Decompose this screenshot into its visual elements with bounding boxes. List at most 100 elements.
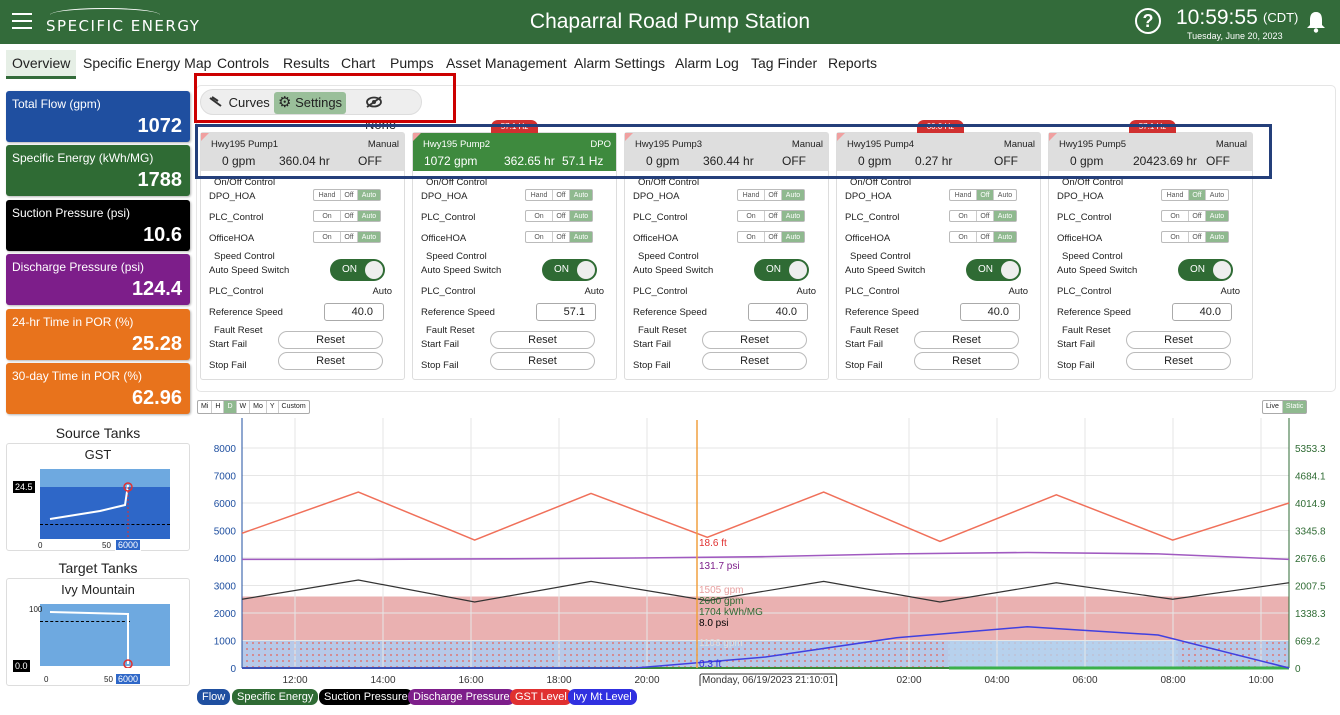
auto-speed-switch[interactable]: ON — [330, 259, 385, 281]
hoa-option[interactable]: Hand — [314, 190, 341, 200]
hoa-option[interactable]: Off — [553, 190, 570, 200]
hoa-selector[interactable]: On Off Auto — [525, 210, 593, 222]
hoa-option[interactable]: Off — [341, 211, 358, 221]
legend-discharge-pressure[interactable]: Discharge Pressure — [408, 689, 515, 705]
reference-speed-input[interactable]: 40.0 — [960, 303, 1020, 321]
hoa-selector[interactable]: Hand Off Auto — [313, 189, 381, 201]
reference-speed-input[interactable]: 40.0 — [324, 303, 384, 321]
nav-tab-reports[interactable]: Reports — [828, 55, 877, 71]
start-fail-reset-button[interactable]: Reset — [914, 331, 1019, 349]
hoa-option[interactable]: Off — [553, 232, 570, 242]
hoa-option[interactable]: Hand — [1162, 190, 1189, 200]
bell-icon[interactable] — [1306, 11, 1326, 33]
trend-chart[interactable]: 0 0 1000 669.2 2000 1338.3 3000 2007.5 4000 2676.… — [196, 418, 1336, 686]
hoa-option[interactable]: On — [526, 232, 553, 242]
nav-tab-overview[interactable]: Overview — [6, 50, 77, 79]
mode-live[interactable]: Live — [1263, 401, 1283, 413]
legend-suction-pressure[interactable]: Suction Pressure — [319, 689, 413, 705]
mode-static[interactable]: Static — [1282, 401, 1307, 413]
reference-speed-input[interactable]: 57.1 — [536, 303, 596, 321]
hoa-option[interactable]: Auto — [994, 190, 1016, 200]
hoa-option[interactable]: On — [950, 232, 977, 242]
nav-tab-results[interactable]: Results — [283, 55, 330, 71]
stop-fail-reset-button[interactable]: Reset — [702, 352, 807, 370]
hoa-option[interactable]: Off — [977, 211, 994, 221]
hoa-option[interactable]: Auto — [1206, 190, 1228, 200]
hoa-selector[interactable]: On Off Auto — [737, 210, 805, 222]
hoa-option[interactable]: On — [950, 211, 977, 221]
nav-tab-alarm-settings[interactable]: Alarm Settings — [574, 55, 665, 71]
hoa-selector[interactable]: Hand Off Auto — [949, 189, 1017, 201]
hoa-option[interactable]: On — [1162, 232, 1189, 242]
hoa-option[interactable]: Hand — [950, 190, 977, 200]
hoa-option[interactable]: Auto — [1206, 211, 1228, 221]
nav-tab-chart[interactable]: Chart — [341, 55, 375, 71]
nav-tab-alarm-log[interactable]: Alarm Log — [675, 55, 739, 71]
start-fail-reset-button[interactable]: Reset — [278, 331, 383, 349]
hoa-option[interactable]: Off — [341, 190, 358, 200]
stop-fail-reset-button[interactable]: Reset — [278, 352, 383, 370]
hoa-selector[interactable]: On Off Auto — [313, 231, 381, 243]
range-mo[interactable]: Mo — [250, 401, 267, 413]
nav-tab-asset-management[interactable]: Asset Management — [446, 55, 567, 71]
hoa-selector[interactable]: On Off Auto — [313, 210, 381, 222]
range-w[interactable]: W — [237, 401, 251, 413]
hoa-option[interactable]: Off — [765, 232, 782, 242]
nav-tab-specific-energy-map[interactable]: Specific Energy Map — [83, 55, 211, 71]
hoa-option[interactable]: Hand — [526, 190, 553, 200]
nav-tab-tag-finder[interactable]: Tag Finder — [751, 55, 817, 71]
hoa-option[interactable]: On — [314, 211, 341, 221]
nav-tab-pumps[interactable]: Pumps — [390, 55, 434, 71]
hoa-option[interactable]: Off — [1189, 232, 1206, 242]
hoa-option[interactable]: On — [738, 211, 765, 221]
range-y[interactable]: Y — [267, 401, 279, 413]
range-h[interactable]: H — [212, 401, 225, 413]
hoa-selector[interactable]: Hand Off Auto — [1161, 189, 1229, 201]
range-custom[interactable]: Custom — [279, 401, 309, 413]
hoa-selector[interactable]: On Off Auto — [525, 231, 593, 243]
hoa-option[interactable]: Auto — [782, 190, 804, 200]
reference-speed-input[interactable]: 40.0 — [1172, 303, 1232, 321]
hoa-selector[interactable]: On Off Auto — [949, 231, 1017, 243]
hoa-selector[interactable]: Hand Off Auto — [737, 189, 805, 201]
hoa-option[interactable]: On — [738, 232, 765, 242]
hoa-option[interactable]: Off — [765, 211, 782, 221]
hoa-option[interactable]: On — [314, 232, 341, 242]
legend-gst-level[interactable]: GST Level — [510, 689, 572, 705]
hoa-selector[interactable]: On Off Auto — [737, 231, 805, 243]
hoa-option[interactable]: Auto — [570, 232, 592, 242]
auto-speed-switch[interactable]: ON — [1178, 259, 1233, 281]
range-d[interactable]: D — [224, 401, 237, 413]
auto-speed-switch[interactable]: ON — [542, 259, 597, 281]
legend-flow[interactable]: Flow — [197, 689, 231, 705]
hoa-selector[interactable]: On Off Auto — [949, 210, 1017, 222]
legend-specific-energy[interactable]: Specific Energy — [232, 689, 319, 705]
hoa-option[interactable]: Auto — [358, 211, 380, 221]
hoa-option[interactable]: Off — [341, 232, 358, 242]
hoa-option[interactable]: Auto — [782, 232, 804, 242]
hoa-option[interactable]: Auto — [994, 232, 1016, 242]
hoa-option[interactable]: Off — [1189, 190, 1206, 200]
hoa-option[interactable]: Auto — [358, 232, 380, 242]
hoa-option[interactable]: Off — [977, 190, 994, 200]
hoa-option[interactable]: Auto — [570, 211, 592, 221]
stop-fail-reset-button[interactable]: Reset — [490, 352, 595, 370]
hoa-option[interactable]: Off — [977, 232, 994, 242]
hoa-option[interactable]: Hand — [738, 190, 765, 200]
nav-tab-controls[interactable]: Controls — [217, 55, 269, 71]
hoa-option[interactable]: Off — [1189, 211, 1206, 221]
hoa-selector[interactable]: On Off Auto — [1161, 231, 1229, 243]
hoa-selector[interactable]: Hand Off Auto — [525, 189, 593, 201]
hoa-option[interactable]: Auto — [782, 211, 804, 221]
stop-fail-reset-button[interactable]: Reset — [1126, 352, 1231, 370]
hoa-selector[interactable]: On Off Auto — [1161, 210, 1229, 222]
reference-speed-input[interactable]: 40.0 — [748, 303, 808, 321]
auto-speed-switch[interactable]: ON — [966, 259, 1021, 281]
start-fail-reset-button[interactable]: Reset — [490, 331, 595, 349]
auto-speed-switch[interactable]: ON — [754, 259, 809, 281]
hoa-option[interactable]: Auto — [358, 190, 380, 200]
hoa-option[interactable]: Auto — [994, 211, 1016, 221]
hoa-option[interactable]: Auto — [1206, 232, 1228, 242]
start-fail-reset-button[interactable]: Reset — [702, 331, 807, 349]
help-icon[interactable]: ? — [1135, 8, 1161, 34]
